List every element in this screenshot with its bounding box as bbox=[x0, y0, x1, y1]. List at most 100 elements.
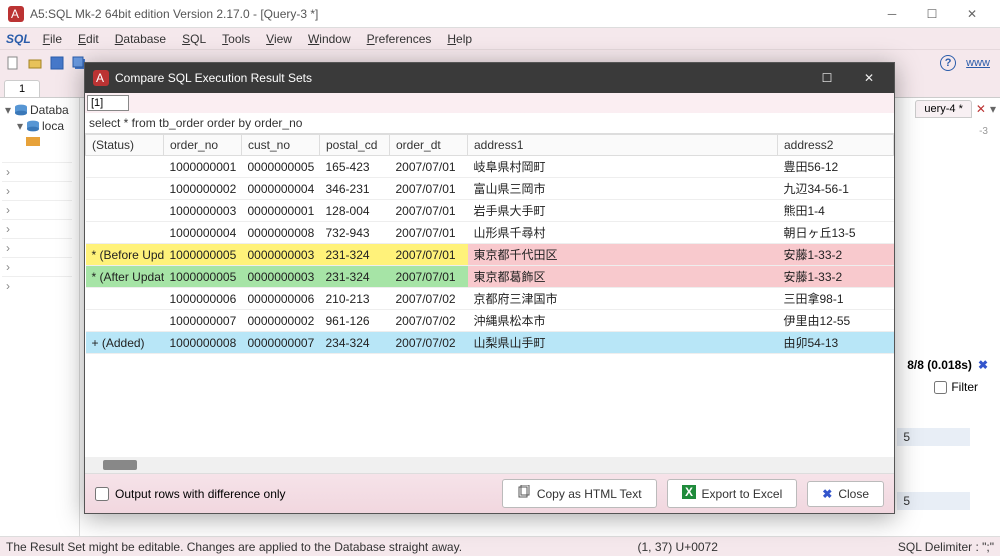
cell[interactable]: 0000000006 bbox=[242, 288, 320, 310]
table-row[interactable]: 10000000010000000005165-4232007/07/01岐阜県… bbox=[86, 156, 894, 178]
cell[interactable]: 安藤1-33-2 bbox=[778, 244, 894, 266]
cell[interactable]: 三田拿98-1 bbox=[778, 288, 894, 310]
cell[interactable] bbox=[86, 222, 164, 244]
menu-view[interactable]: View bbox=[258, 30, 300, 48]
cell[interactable] bbox=[86, 156, 164, 178]
cell[interactable]: 九辺34-56-1 bbox=[778, 178, 894, 200]
tree-root[interactable]: Databa bbox=[30, 103, 69, 117]
dialog-titlebar[interactable]: A Compare SQL Execution Result Sets ☐ ✕ bbox=[85, 63, 894, 93]
panel-chevron[interactable]: › bbox=[2, 276, 72, 295]
cell[interactable]: 1000000002 bbox=[164, 178, 242, 200]
panel-chevron[interactable]: › bbox=[2, 181, 72, 200]
col-0[interactable]: (Status) bbox=[86, 135, 164, 156]
tab-1[interactable]: 1 bbox=[4, 80, 40, 97]
cell[interactable]: 東京都葛飾区 bbox=[468, 266, 778, 288]
open-file-icon[interactable] bbox=[26, 54, 44, 72]
cell[interactable]: 富山県三岡市 bbox=[468, 178, 778, 200]
cell[interactable]: 128-004 bbox=[320, 200, 390, 222]
cell[interactable]: 231-324 bbox=[320, 266, 390, 288]
menu-file[interactable]: FFileile bbox=[35, 30, 70, 48]
menu-help[interactable]: Help bbox=[439, 30, 480, 48]
menu-preferences[interactable]: Preferences bbox=[359, 30, 440, 48]
save-icon[interactable] bbox=[48, 54, 66, 72]
tree-panel[interactable]: ▾Databa ▾loca › › › › › › › bbox=[0, 98, 80, 536]
cell[interactable] bbox=[86, 178, 164, 200]
cell[interactable]: 山形県千尋村 bbox=[468, 222, 778, 244]
cell[interactable]: 東京都千代田区 bbox=[468, 244, 778, 266]
copy-html-button[interactable]: Copy as HTML Text bbox=[502, 479, 657, 508]
cell[interactable]: 2007/07/01 bbox=[390, 244, 468, 266]
cell[interactable]: 1000000007 bbox=[164, 310, 242, 332]
cell[interactable]: 732-943 bbox=[320, 222, 390, 244]
index-input[interactable] bbox=[87, 95, 129, 111]
cell[interactable]: 朝日ヶ丘13-5 bbox=[778, 222, 894, 244]
cell[interactable]: 伊里由12-55 bbox=[778, 310, 894, 332]
panel-chevron[interactable]: › bbox=[2, 257, 72, 276]
cell[interactable]: 岐阜県村岡町 bbox=[468, 156, 778, 178]
cell[interactable]: 961-126 bbox=[320, 310, 390, 332]
table-row[interactable]: * (Before Upd.10000000050000000003231-32… bbox=[86, 244, 894, 266]
table-row[interactable]: + (Added)10000000080000000007234-3242007… bbox=[86, 332, 894, 354]
filter-checkbox[interactable] bbox=[934, 381, 947, 394]
minimize-button[interactable]: ─ bbox=[872, 0, 912, 28]
cell[interactable]: 0000000002 bbox=[242, 310, 320, 332]
col-3[interactable]: postal_cd bbox=[320, 135, 390, 156]
result-grid[interactable]: (Status)order_nocust_nopostal_cdorder_dt… bbox=[85, 134, 894, 457]
cell[interactable]: 0000000005 bbox=[242, 156, 320, 178]
close-result-icon[interactable]: ✖ bbox=[978, 358, 988, 372]
table-row[interactable]: 10000000070000000002961-1262007/07/02沖縄県… bbox=[86, 310, 894, 332]
close-dialog-button[interactable]: ✖ Close bbox=[807, 481, 884, 507]
cell[interactable]: 沖縄県松本市 bbox=[468, 310, 778, 332]
close-button[interactable]: ✕ bbox=[952, 0, 992, 28]
menu-sql[interactable]: SQL bbox=[174, 30, 214, 48]
cell[interactable]: 1000000008 bbox=[164, 332, 242, 354]
table-row[interactable]: 10000000020000000004346-2312007/07/01富山県… bbox=[86, 178, 894, 200]
cell[interactable]: 京都府三津国市 bbox=[468, 288, 778, 310]
www-link[interactable]: www bbox=[966, 57, 990, 69]
cell[interactable]: 1000000005 bbox=[164, 266, 242, 288]
cell[interactable]: 0000000007 bbox=[242, 332, 320, 354]
dialog-close-button[interactable]: ✕ bbox=[848, 63, 890, 93]
cell[interactable]: + (Added) bbox=[86, 332, 164, 354]
cell[interactable]: 2007/07/01 bbox=[390, 266, 468, 288]
cell[interactable]: 2007/07/01 bbox=[390, 178, 468, 200]
cell[interactable] bbox=[86, 310, 164, 332]
cell[interactable] bbox=[86, 200, 164, 222]
cell[interactable]: * (After Updat bbox=[86, 266, 164, 288]
new-file-icon[interactable] bbox=[4, 54, 22, 72]
cell[interactable]: 234-324 bbox=[320, 332, 390, 354]
cell[interactable]: 2007/07/01 bbox=[390, 222, 468, 244]
col-1[interactable]: order_no bbox=[164, 135, 242, 156]
diff-only-checkbox[interactable] bbox=[95, 487, 109, 501]
cell[interactable]: 1000000004 bbox=[164, 222, 242, 244]
maximize-button[interactable]: ☐ bbox=[912, 0, 952, 28]
cell[interactable]: 豊田56-12 bbox=[778, 156, 894, 178]
menu-window[interactable]: Window bbox=[300, 30, 359, 48]
cell[interactable]: 2007/07/02 bbox=[390, 310, 468, 332]
cell[interactable]: 1000000006 bbox=[164, 288, 242, 310]
cell[interactable]: 2007/07/02 bbox=[390, 288, 468, 310]
cell[interactable]: 165-423 bbox=[320, 156, 390, 178]
cell[interactable]: * (Before Upd. bbox=[86, 244, 164, 266]
col-2[interactable]: cust_no bbox=[242, 135, 320, 156]
cell[interactable]: 熊田1-4 bbox=[778, 200, 894, 222]
dialog-maximize-button[interactable]: ☐ bbox=[806, 63, 848, 93]
col-4[interactable]: order_dt bbox=[390, 135, 468, 156]
cell[interactable]: 2007/07/02 bbox=[390, 332, 468, 354]
panel-chevron[interactable]: › bbox=[2, 238, 72, 257]
menu-edit[interactable]: Edit bbox=[70, 30, 107, 48]
tree-local[interactable]: loca bbox=[42, 119, 64, 133]
table-row[interactable]: 10000000040000000008732-9432007/07/01山形県… bbox=[86, 222, 894, 244]
menu-tools[interactable]: Tools bbox=[214, 30, 258, 48]
cell[interactable]: 1000000001 bbox=[164, 156, 242, 178]
cell[interactable]: 由卯54-13 bbox=[778, 332, 894, 354]
cell[interactable]: 2007/07/01 bbox=[390, 156, 468, 178]
cell[interactable]: 0000000003 bbox=[242, 244, 320, 266]
cell[interactable]: 210-213 bbox=[320, 288, 390, 310]
col-5[interactable]: address1 bbox=[468, 135, 778, 156]
editor-tab[interactable]: uery-4 * bbox=[915, 100, 972, 118]
help-icon[interactable]: ? bbox=[940, 55, 956, 71]
table-row[interactable]: 10000000030000000001128-0042007/07/01岩手県… bbox=[86, 200, 894, 222]
horizontal-scrollbar[interactable] bbox=[85, 457, 894, 473]
cell[interactable]: 1000000003 bbox=[164, 200, 242, 222]
